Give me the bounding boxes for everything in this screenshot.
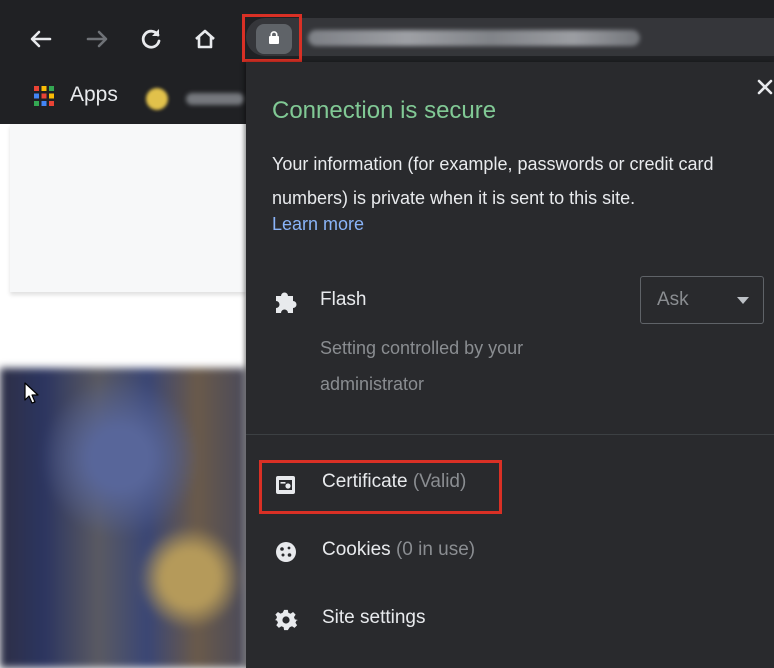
cookies-count: (0 in use) [395, 539, 476, 560]
certificate-highlight-box [259, 460, 502, 514]
flash-permission-label: Flash [320, 289, 367, 310]
lock-highlight-box [242, 14, 302, 62]
apps-grid-icon[interactable] [34, 86, 54, 106]
flash-permission-select[interactable]: Ask [640, 276, 764, 324]
cookies-text: Cookies (0 in use) [322, 539, 475, 561]
mouse-cursor-icon [24, 382, 39, 404]
arrow-right-icon [86, 30, 108, 48]
flash-permission-value: Ask [657, 289, 689, 310]
blurred-photo [0, 368, 246, 668]
dropdown-arrow-icon [737, 297, 749, 304]
site-settings-label: Site settings [322, 607, 426, 628]
cookie-icon [276, 542, 296, 562]
close-icon [757, 79, 773, 95]
section-divider [246, 434, 774, 435]
arrow-left-icon [30, 30, 52, 48]
reload-button[interactable] [136, 24, 166, 54]
close-popup-button[interactable] [754, 76, 774, 98]
bookmark-favicon[interactable] [146, 88, 168, 110]
forward-button[interactable] [82, 24, 112, 54]
back-button[interactable] [26, 24, 56, 54]
puzzle-icon [276, 292, 297, 313]
apps-bookmark[interactable]: Apps [70, 83, 118, 107]
home-icon [195, 29, 215, 49]
connection-status-title: Connection is secure [272, 97, 497, 124]
page-card [10, 124, 246, 292]
flash-permission-note: Setting controlled by your administrator [320, 338, 524, 394]
url-text-redacted[interactable] [308, 30, 640, 46]
reload-icon [141, 29, 161, 49]
learn-more-link[interactable]: Learn more [272, 214, 364, 235]
cookies-label: Cookies [322, 539, 391, 560]
bookmark-label-redacted[interactable] [186, 93, 244, 105]
connection-description: Your information (for example, passwords… [272, 154, 714, 208]
home-button[interactable] [190, 24, 220, 54]
gear-icon [274, 609, 298, 631]
